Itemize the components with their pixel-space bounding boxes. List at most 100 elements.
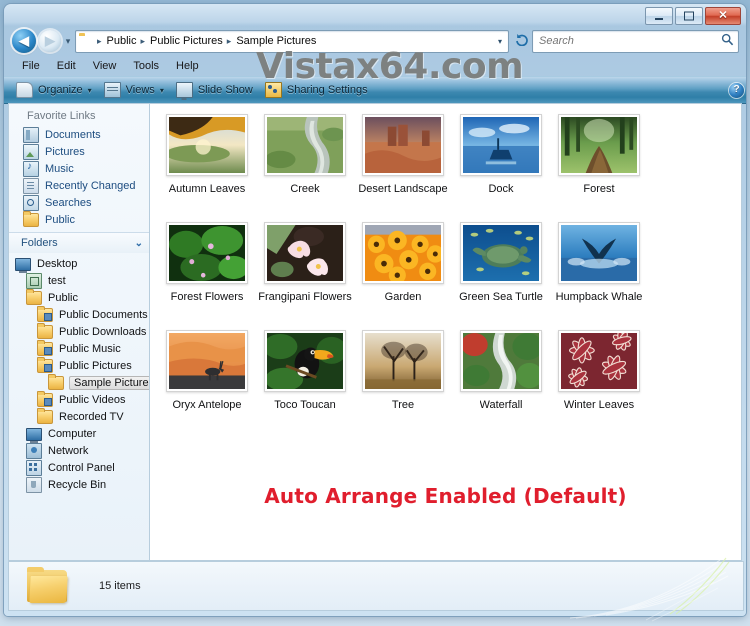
folder-tree: Desktop test Public Public Documents Pub…: [9, 253, 149, 560]
thumbnail: [362, 330, 444, 392]
menu-item-edit[interactable]: Edit: [49, 58, 85, 74]
list-item[interactable]: Frangipani Flowers: [256, 222, 354, 330]
search-box[interactable]: [532, 29, 739, 53]
tree-item-network[interactable]: Network: [9, 442, 149, 459]
organize-button[interactable]: Organize ▾: [10, 79, 98, 101]
sidebar-item-label: Searches: [45, 196, 92, 209]
tree-item-recycle-bin[interactable]: Recycle Bin: [9, 476, 149, 493]
menu-item-tools[interactable]: Tools: [125, 58, 168, 74]
folder-pictures-icon: [37, 357, 53, 373]
thumbnail: [362, 114, 444, 176]
tree-item-public[interactable]: Public: [9, 289, 149, 306]
list-item[interactable]: Toco Toucan: [256, 330, 354, 438]
close-button[interactable]: ✕: [705, 7, 741, 25]
thumbnail: [166, 330, 248, 392]
item-count-label: 15 items: [99, 580, 141, 592]
sharing-settings-label: Sharing Settings: [286, 84, 368, 96]
list-item[interactable]: Garden: [354, 222, 452, 330]
list-item[interactable]: Autumn Leaves: [158, 114, 256, 222]
sharing-settings-button[interactable]: Sharing Settings: [259, 79, 374, 101]
list-item[interactable]: Humpback Whale: [550, 222, 648, 330]
breadcrumb-item-public-pictures[interactable]: Public Pictures: [148, 35, 225, 47]
tree-item-sample-pictures[interactable]: Sample Pictures: [9, 374, 149, 391]
folder-video-icon: [37, 391, 53, 407]
humpback-whale-image: [561, 225, 637, 281]
sidebar-item-pictures[interactable]: Pictures: [9, 143, 149, 160]
test-icon: [26, 272, 42, 289]
tree-item-public-documents[interactable]: Public Documents: [9, 306, 149, 323]
recycle-bin-icon: [26, 476, 42, 493]
tree-item-label: Control Panel: [48, 461, 115, 474]
sidebar-item-music[interactable]: Music: [9, 160, 149, 177]
breadcrumb-bar[interactable]: ▸ Public ▸ Public Pictures ▸ Sample Pict…: [75, 29, 509, 53]
item-label: Forest: [583, 183, 615, 195]
file-list-pane[interactable]: Autumn Leaves Creek Desert Landscape Doc…: [149, 103, 742, 561]
list-item[interactable]: Tree: [354, 330, 452, 438]
tree-item-label: Sample Pictures: [69, 375, 149, 390]
tree-item-public-downloads[interactable]: Public Downloads: [9, 323, 149, 340]
item-label: Green Sea Turtle: [459, 291, 543, 303]
breadcrumb-item-public[interactable]: Public: [105, 35, 139, 47]
sharing-icon: [264, 82, 282, 98]
folders-header[interactable]: Folders ⌄: [9, 232, 149, 253]
folder-icon: [26, 289, 42, 305]
window-controls: ✕: [645, 7, 741, 25]
sidebar-item-public[interactable]: Public: [9, 211, 149, 228]
list-item[interactable]: Desert Landscape: [354, 114, 452, 222]
maximize-button[interactable]: [675, 7, 703, 25]
history-dropdown-button[interactable]: ▾: [61, 36, 75, 47]
tree-item-recorded-tv[interactable]: Recorded TV: [9, 408, 149, 425]
search-icon: [716, 33, 738, 49]
chevron-down-icon[interactable]: ▾: [498, 37, 506, 46]
item-label: Waterfall: [479, 399, 523, 411]
tree-item-label: Recorded TV: [59, 410, 124, 423]
list-item[interactable]: Oryx Antelope: [158, 330, 256, 438]
help-button[interactable]: ?: [729, 82, 744, 98]
menu-item-help[interactable]: Help: [168, 58, 208, 74]
folders-header-label: Folders: [21, 237, 58, 249]
breadcrumb-item-sample-pictures[interactable]: Sample Pictures: [234, 35, 318, 47]
menu-item-view[interactable]: View: [85, 58, 126, 74]
menu-item-file[interactable]: File: [14, 58, 49, 74]
item-label: Tree: [391, 399, 415, 411]
views-button[interactable]: Views ▾: [98, 79, 170, 101]
sidebar-item-label: Pictures: [45, 145, 85, 158]
sidebar-item-documents[interactable]: Documents: [9, 126, 149, 143]
tree-item-computer[interactable]: Computer: [9, 425, 149, 443]
forward-button[interactable]: ▶: [39, 30, 61, 52]
item-label: Dock: [488, 183, 514, 195]
tree-image: [365, 333, 441, 389]
item-label: Creek: [290, 183, 320, 195]
breadcrumb-separator: ▸: [140, 35, 146, 46]
folder-doc-icon: [37, 306, 53, 322]
back-button[interactable]: ◀: [12, 29, 36, 53]
sidebar-item-recently-changed[interactable]: Recently Changed: [9, 177, 149, 194]
tree-item-public-videos[interactable]: Public Videos: [9, 391, 149, 408]
list-item[interactable]: Winter Leaves: [550, 330, 648, 438]
tree-item-public-pictures[interactable]: Public Pictures: [9, 357, 149, 374]
sidebar-item-searches[interactable]: Searches: [9, 194, 149, 211]
list-item[interactable]: Creek: [256, 114, 354, 222]
list-item[interactable]: Waterfall: [452, 330, 550, 438]
slide-show-button[interactable]: Slide Show: [170, 79, 259, 101]
list-item[interactable]: Forest: [550, 114, 648, 222]
minimize-button[interactable]: [645, 7, 673, 25]
list-item[interactable]: Forest Flowers: [158, 222, 256, 330]
thumbnail: [558, 222, 640, 284]
search-input[interactable]: [533, 34, 716, 48]
tree-item-label: Network: [48, 444, 89, 457]
list-item[interactable]: Dock: [452, 114, 550, 222]
refresh-icon: [515, 34, 528, 47]
folder-icon: [25, 567, 71, 605]
forest-flowers-image: [169, 225, 245, 281]
favorite-links-header: Favorite Links: [27, 110, 96, 122]
sidebar-item-label: Documents: [45, 128, 101, 141]
tree-item-test[interactable]: test: [9, 272, 149, 289]
body-area: Favorite Links Documents Pictures Music …: [8, 103, 742, 561]
tree-item-public-music[interactable]: Public Music: [9, 340, 149, 357]
refresh-button[interactable]: [512, 33, 532, 49]
tree-item-control-panel[interactable]: Control Panel: [9, 459, 149, 476]
folder-tab: [27, 567, 44, 572]
tree-item-desktop[interactable]: Desktop: [9, 255, 149, 273]
list-item[interactable]: Green Sea Turtle: [452, 222, 550, 330]
